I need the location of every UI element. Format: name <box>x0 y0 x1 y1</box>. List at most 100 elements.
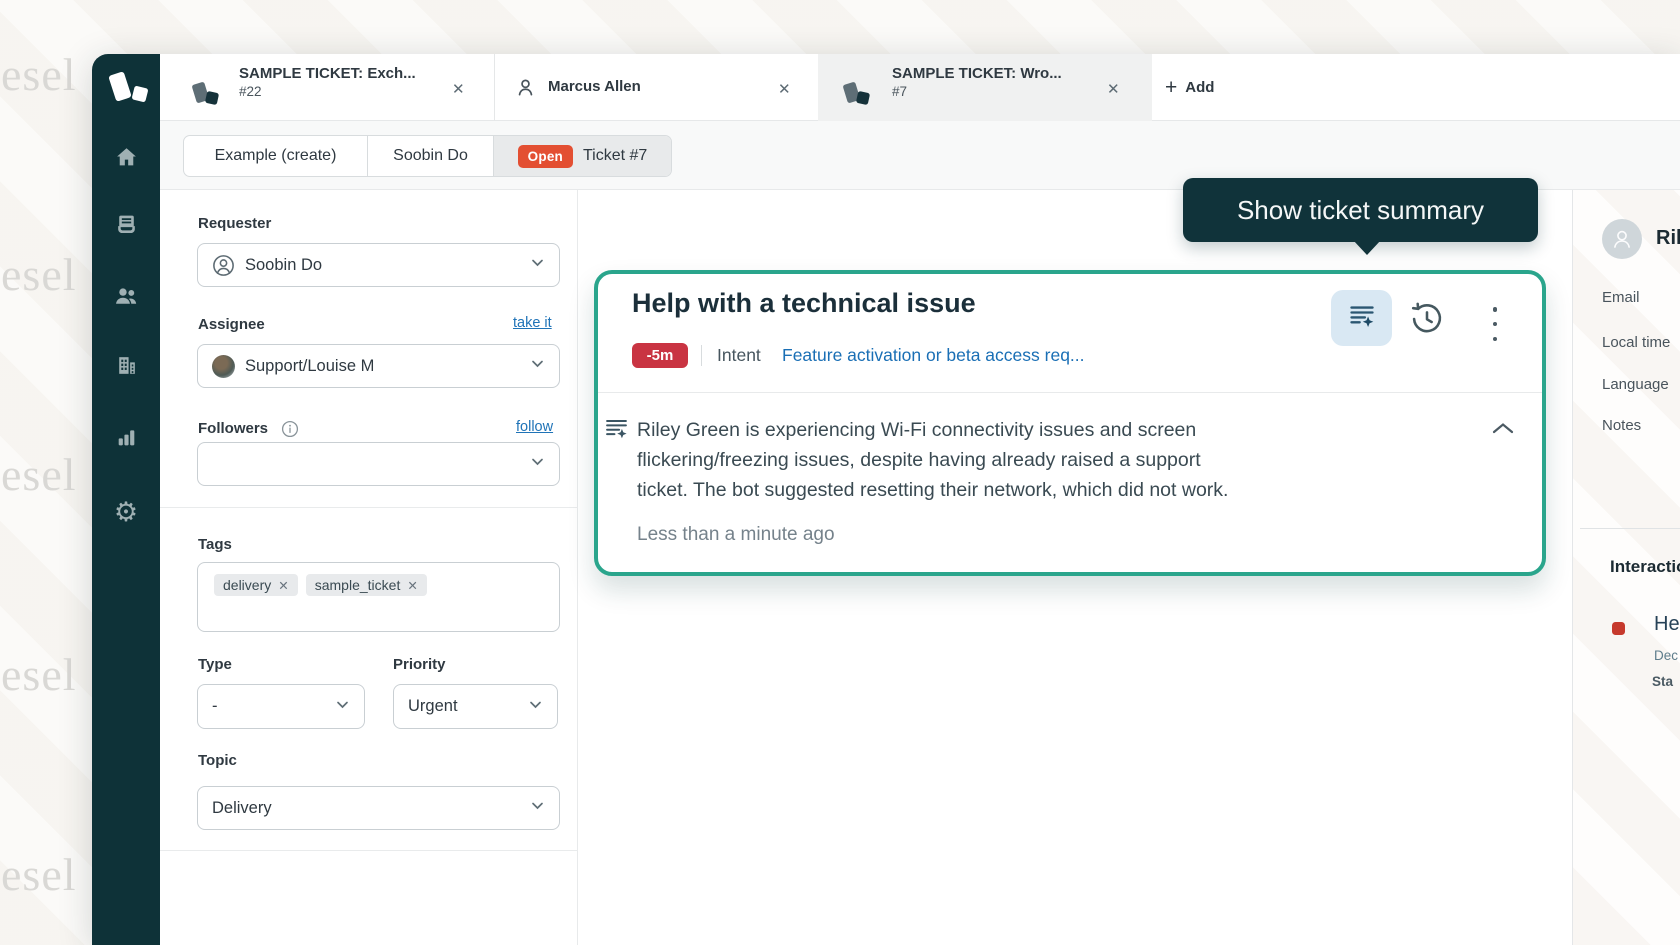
app-page: esel esel esel esel esel <box>0 0 1680 945</box>
breadcrumb-segment-ticket[interactable]: Open Ticket #7 <box>494 136 671 176</box>
card-divider <box>598 392 1542 393</box>
watermark: esel <box>1 448 77 501</box>
tag-chip: sample_ticket ✕ <box>306 574 427 596</box>
requester-select[interactable]: Soobin Do <box>197 243 560 287</box>
tab-sample-ticket-7[interactable]: SAMPLE TICKET: Wro... #7 ✕ <box>818 54 1152 121</box>
priority-select[interactable]: Urgent <box>393 684 558 729</box>
chevron-down-icon <box>334 696 351 718</box>
status-badge: Open <box>518 145 573 168</box>
watermark: esel <box>1 248 77 301</box>
tag-chip: delivery ✕ <box>214 574 298 596</box>
sidebar-item-settings[interactable]: ⚙ <box>112 498 140 526</box>
tab-sample-ticket-22[interactable]: SAMPLE TICKET: Exch... #22 ✕ <box>160 54 494 121</box>
type-select[interactable]: - <box>197 684 365 729</box>
type-label: Type <box>198 656 232 673</box>
tab-title: SAMPLE TICKET: Wro... <box>892 65 1062 82</box>
type-value: - <box>212 697 218 716</box>
breadcrumb-segment-requester[interactable]: Soobin Do <box>368 136 494 176</box>
summary-text-line: ticket. The bot suggested resetting thei… <box>637 475 1228 505</box>
tag-label: sample_ticket <box>315 577 401 593</box>
priority-value: Urgent <box>408 697 458 716</box>
topic-value: Delivery <box>212 799 272 818</box>
sla-badge: -5m <box>632 343 688 368</box>
ticket-subject: Help with a technical issue <box>632 288 976 319</box>
person-icon <box>514 76 537 104</box>
add-tab-button[interactable]: + Add <box>1165 54 1214 121</box>
interaction-item-status: Sta <box>1652 674 1673 689</box>
history-button[interactable] <box>1408 302 1446 340</box>
chevron-down-icon <box>529 453 546 475</box>
tab-subtitle: #7 <box>892 84 1062 99</box>
assignee-select[interactable]: Support/Louise M <box>197 344 560 388</box>
sidebar-item-tickets[interactable] <box>112 213 140 241</box>
tab-title: SAMPLE TICKET: Exch... <box>239 65 416 82</box>
watermark: esel <box>1 848 77 901</box>
breadcrumb-segment-example[interactable]: Example (create) <box>184 136 368 176</box>
follow-link[interactable]: follow <box>516 419 553 435</box>
followers-label: Followers <box>198 420 268 437</box>
watermark: esel <box>1 648 77 701</box>
people-icon <box>113 283 139 314</box>
requester-label: Requester <box>198 215 271 232</box>
remove-tag-icon[interactable]: ✕ <box>278 578 288 593</box>
ticket-queue-icon <box>114 212 139 242</box>
interaction-item-date: Dec <box>1654 648 1678 663</box>
history-icon <box>1409 301 1445 342</box>
assignee-value: Support/Louise M <box>245 357 374 376</box>
info-icon[interactable] <box>281 420 299 443</box>
sidebar-item-customers[interactable] <box>112 284 140 312</box>
panel-divider <box>160 850 578 851</box>
topic-select[interactable]: Delivery <box>197 786 560 830</box>
buildings-icon <box>114 353 139 383</box>
watermark: esel <box>1 48 77 101</box>
divider <box>701 345 702 366</box>
close-icon[interactable]: ✕ <box>452 80 465 98</box>
kebab-menu-button[interactable] <box>1488 307 1502 341</box>
add-tab-label: Add <box>1185 79 1214 96</box>
summary-sparkle-icon <box>1348 302 1376 335</box>
summary-button[interactable] <box>1331 290 1392 346</box>
chevron-down-icon <box>529 797 546 819</box>
assignee-label: Assignee <box>198 316 265 333</box>
followers-select[interactable] <box>197 442 560 486</box>
ticket-number-label: Ticket #7 <box>583 147 647 165</box>
close-icon[interactable]: ✕ <box>778 80 791 98</box>
summary-text-line: Riley Green is experiencing Wi-Fi connec… <box>637 415 1196 445</box>
panel-divider <box>160 507 578 508</box>
interaction-item-title[interactable]: Help with a technical issue <box>1654 613 1680 636</box>
intent-link[interactable]: Feature activation or beta access req... <box>782 345 1085 366</box>
tooltip: Show ticket summary <box>1183 178 1538 242</box>
close-icon[interactable]: ✕ <box>1107 80 1120 98</box>
requester-value: Soobin Do <box>245 256 322 275</box>
assignee-avatar <box>212 355 235 378</box>
breadcrumb-label: Example (create) <box>215 147 337 165</box>
priority-label: Priority <box>393 656 446 673</box>
tooltip-text: Show ticket summary <box>1237 195 1484 226</box>
bar-chart-icon <box>114 425 139 455</box>
tag-label: delivery <box>223 577 271 593</box>
field-label-email: Email <box>1602 289 1640 306</box>
chevron-down-icon <box>527 696 544 718</box>
breadcrumb: Example (create) Soobin Do Open Ticket #… <box>183 135 672 177</box>
panel-divider <box>1580 528 1680 529</box>
sidebar-item-reports[interactable] <box>112 426 140 454</box>
summary-text-line: flickering/freezing issues, despite havi… <box>637 445 1201 475</box>
chevron-down-icon <box>529 355 546 377</box>
field-label-local-time: Local time <box>1602 334 1670 351</box>
tab-marcus-allen[interactable]: Marcus Allen ✕ <box>494 54 818 121</box>
user-name: Riley Green <box>1656 227 1680 250</box>
plus-icon: + <box>1165 76 1177 100</box>
interactions-heading: Interactions <box>1610 557 1680 577</box>
tags-input[interactable]: delivery ✕ sample_ticket ✕ <box>197 562 560 632</box>
collapse-chevron-up-icon[interactable] <box>1490 420 1516 441</box>
user-avatar <box>1602 219 1642 259</box>
tooltip-pointer <box>1353 240 1381 255</box>
summary-timestamp: Less than a minute ago <box>637 524 835 546</box>
take-it-link[interactable]: take it <box>513 315 552 331</box>
interaction-status-bullet <box>1612 622 1625 635</box>
sidebar-item-organizations[interactable] <box>112 354 140 382</box>
remove-tag-icon[interactable]: ✕ <box>407 578 417 593</box>
person-circle-icon <box>212 254 235 277</box>
field-label-language: Language <box>1602 376 1669 393</box>
sidebar-item-home[interactable] <box>112 146 140 174</box>
